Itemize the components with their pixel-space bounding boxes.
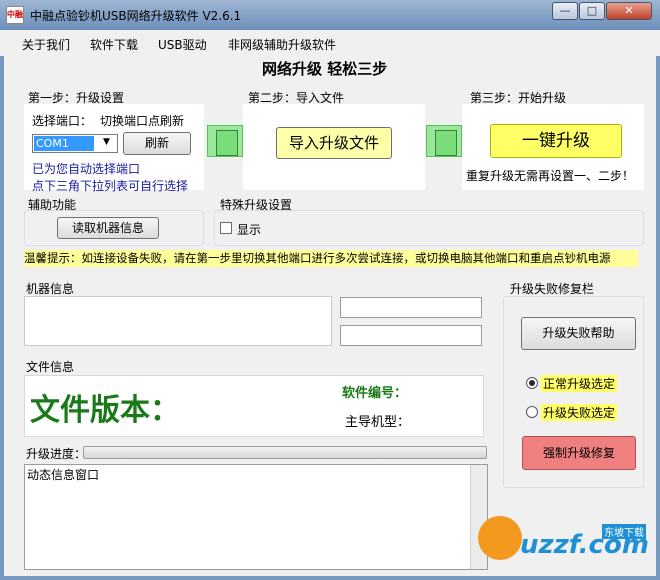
port-select[interactable]: COM1 ▼ [32, 134, 118, 153]
refresh-button[interactable]: 刷新 [123, 132, 191, 155]
progress-label: 升级进度： [26, 447, 87, 461]
step-connector-2 [426, 125, 462, 157]
app-icon: 中融 [6, 6, 24, 24]
special-settings-group [214, 210, 644, 246]
fail-upgrade-label: 升级失败选定 [541, 404, 618, 421]
warm-tip: 温馨提示：如连接设备失败，请在第一步里切换其他端口进行多次尝试连接，或切换电脑其… [24, 250, 638, 267]
import-file-button[interactable]: 导入升级文件 [276, 127, 392, 159]
machine-info-field-1[interactable] [340, 297, 482, 318]
dropdown-hint: 点下三角下拉列表可自行选择 [32, 179, 189, 193]
auto-port-hint: 已为您自动选择端口 [32, 162, 141, 176]
show-label: 显示 [237, 223, 262, 237]
log-text: 动态信息窗口 [27, 468, 100, 482]
page-heading: 网络升级 轻松三步 [262, 60, 388, 78]
read-machine-info-button[interactable]: 读取机器信息 [57, 217, 159, 239]
file-version-label: 文件版本： [30, 393, 180, 428]
upgrade-progress-bar [83, 446, 487, 459]
chevron-down-icon: ▼ [103, 137, 110, 147]
menu-usb-driver[interactable]: USB驱动 [158, 36, 207, 53]
menu-non-network-tool[interactable]: 非网级辅助升级软件 [228, 36, 336, 53]
radio-dot-icon [529, 380, 535, 386]
file-info-title: 文件信息 [26, 360, 75, 374]
close-button[interactable]: ✕ [606, 2, 652, 20]
port-label: 选择端口： [32, 114, 93, 128]
software-number-label: 软件编号： [342, 386, 408, 401]
repair-title: 升级失败修复栏 [510, 282, 595, 296]
machine-info-field-2[interactable] [340, 325, 482, 346]
step-connector-1 [207, 125, 243, 157]
one-click-upgrade-button[interactable]: 一键升级 [490, 124, 622, 158]
window-title: 中融点验钞机USB网络升级软件 V2.6.1 [30, 9, 242, 23]
minimize-button[interactable]: — [552, 2, 578, 20]
menu-software-download[interactable]: 软件下载 [90, 36, 138, 53]
menu-about-us[interactable]: 关于我们 [22, 36, 70, 53]
normal-upgrade-radio[interactable] [526, 377, 538, 389]
show-checkbox[interactable] [220, 222, 232, 234]
normal-upgrade-label: 正常升级选定 [541, 375, 618, 392]
maximize-button[interactable]: □ [579, 2, 605, 20]
main-model-label: 主导机型： [345, 415, 411, 430]
fail-upgrade-radio[interactable] [526, 406, 538, 418]
machine-info-title: 机器信息 [26, 282, 75, 296]
upgrade-fail-help-button[interactable]: 升级失败帮助 [521, 317, 636, 350]
repeat-upgrade-note: 重复升级无需再设置一、二步！ [466, 169, 635, 183]
force-repair-button[interactable]: 强制升级修复 [522, 436, 636, 470]
port-select-value: COM1 [34, 136, 94, 151]
uzzf-logo-icon [478, 516, 522, 560]
switch-port-hint: 切换端口点刷新 [100, 114, 185, 128]
machine-info-box [24, 296, 332, 346]
watermark-sub: 东坡下载 [602, 524, 646, 539]
